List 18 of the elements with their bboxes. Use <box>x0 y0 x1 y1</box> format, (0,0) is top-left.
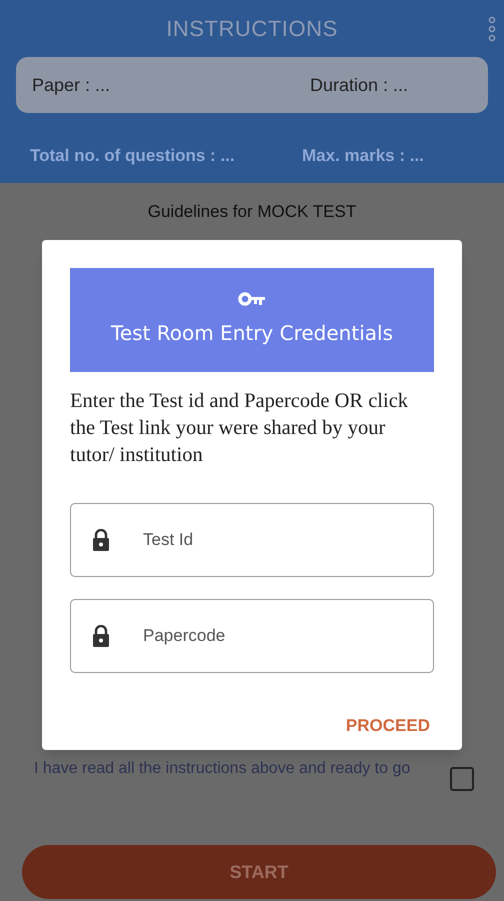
credential-field[interactable]: Papercode <box>70 599 434 673</box>
agreement-text: I have read all the instructions above and ready to go <box>34 759 412 779</box>
max-marks-label: Max. marks : ... <box>302 145 424 167</box>
agreement-checkbox[interactable] <box>450 767 474 791</box>
page-title: INSTRUCTIONS <box>166 15 338 43</box>
lock-icon <box>92 625 110 647</box>
more-menu-icon[interactable] <box>488 16 496 42</box>
dialog-title: Test Room Entry Credentials <box>111 320 393 347</box>
dialog-description: Enter the Test id and Papercode OR click the Test link your were shared by your tutor/ institution <box>70 389 410 468</box>
lock-icon <box>92 529 110 551</box>
duration-label: Duration : ... <box>310 74 408 96</box>
question-count-label: Total no. of questions : ... <box>30 145 236 167</box>
start-button[interactable]: START <box>22 845 496 899</box>
proceed-button[interactable]: PROCEED <box>346 713 430 738</box>
paper-label: Paper : ... <box>32 74 112 97</box>
guidelines-heading: Guidelines for MOCK TEST <box>148 201 356 223</box>
credential-field[interactable]: Test Id <box>70 503 434 577</box>
key-icon <box>238 292 266 306</box>
